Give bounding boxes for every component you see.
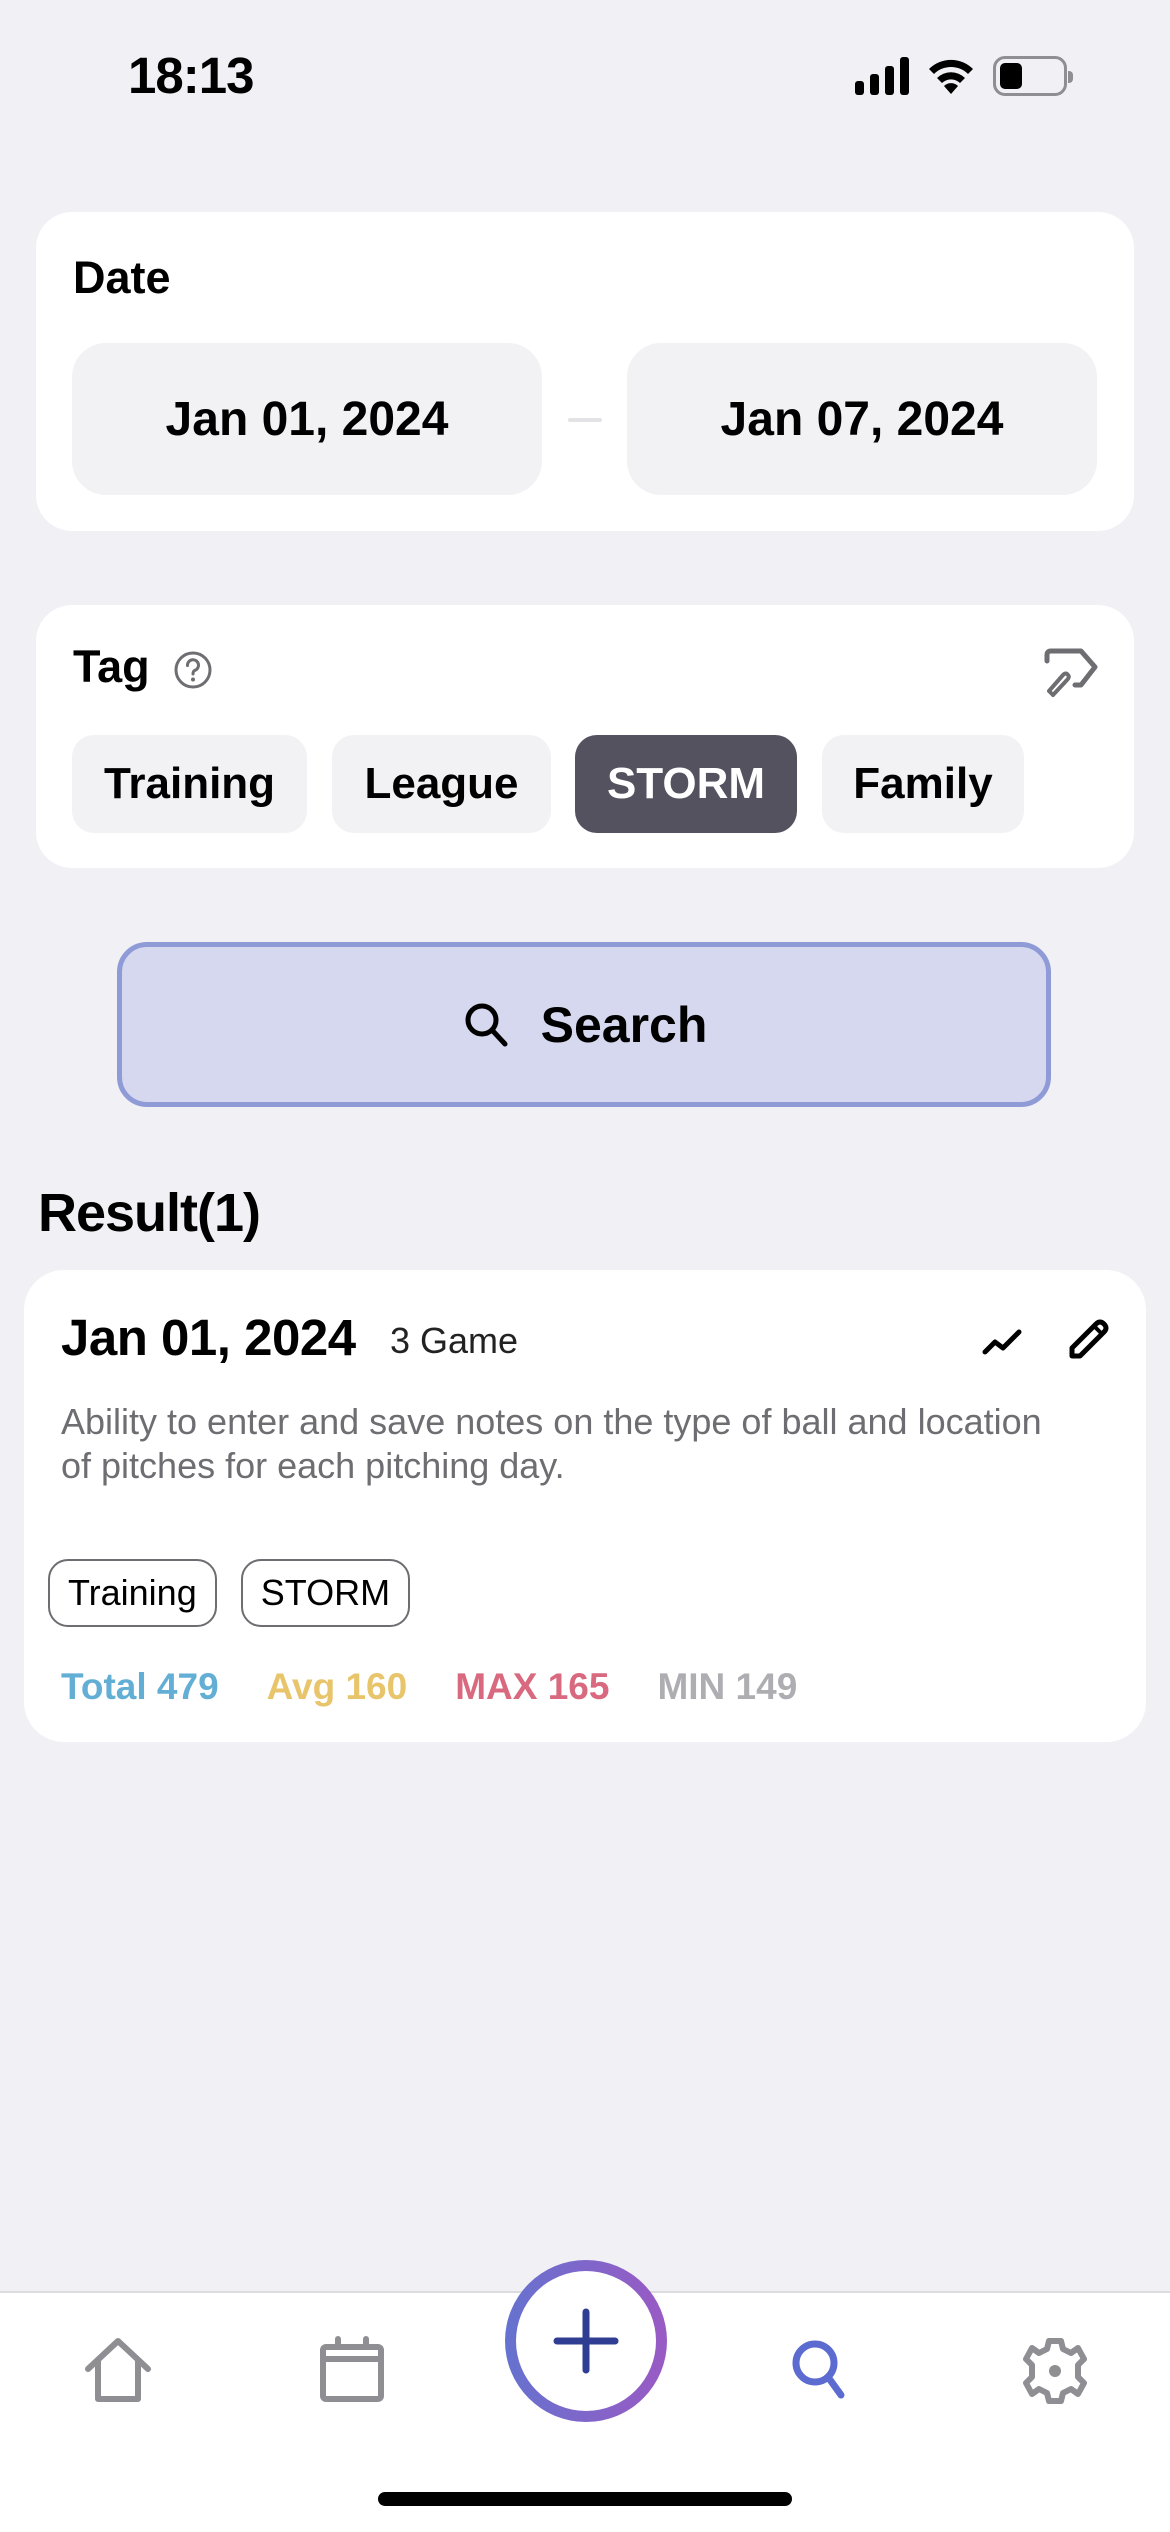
tab-settings[interactable] bbox=[1019, 2335, 1091, 2407]
tag-chip-storm[interactable]: STORM bbox=[575, 735, 797, 833]
tag-section-title: Tag bbox=[73, 641, 150, 692]
result-tags: Training STORM bbox=[48, 1559, 411, 1627]
home-indicator bbox=[378, 2492, 792, 2506]
stat-total: Total 479 bbox=[61, 1666, 219, 1707]
trend-chart-icon[interactable] bbox=[979, 1318, 1027, 1362]
result-stats: Total 479 Avg 160 MAX 165 MIN 149 bbox=[61, 1666, 797, 1708]
question-circle-icon[interactable] bbox=[173, 650, 213, 690]
add-record-button[interactable] bbox=[505, 2260, 667, 2422]
status-time: 18:13 bbox=[128, 47, 254, 104]
calendar-icon bbox=[320, 2336, 384, 2402]
result-date: Jan 01, 2024 bbox=[61, 1309, 356, 1366]
battery-icon bbox=[993, 56, 1073, 96]
status-icons bbox=[855, 56, 1073, 96]
tag-chip-family[interactable]: Family bbox=[822, 735, 1024, 833]
tab-calendar[interactable] bbox=[316, 2335, 388, 2407]
date-section-title: Date bbox=[73, 252, 171, 303]
result-item[interactable]: Jan 01, 2024 3 Game Ability to enter and… bbox=[24, 1270, 1146, 1742]
tag-edit-icon[interactable] bbox=[1041, 645, 1101, 701]
home-icon bbox=[85, 2338, 151, 2402]
tab-search[interactable] bbox=[785, 2335, 857, 2407]
date-filter-card: Date Jan 01, 2024 Jan 07, 2024 bbox=[36, 212, 1134, 531]
end-date-field[interactable]: Jan 07, 2024 bbox=[627, 343, 1097, 495]
plus-icon bbox=[553, 2308, 619, 2374]
stat-avg: Avg 160 bbox=[266, 1666, 408, 1707]
pencil-edit-icon[interactable] bbox=[1064, 1314, 1112, 1362]
search-button[interactable]: Search bbox=[117, 942, 1051, 1107]
tag-filter-card: Tag Training League STORM Family bbox=[36, 605, 1134, 868]
tag-chip-training[interactable]: Training bbox=[72, 735, 307, 833]
wifi-icon bbox=[929, 59, 973, 94]
search-icon bbox=[465, 1003, 508, 1046]
result-tag: Training bbox=[48, 1559, 217, 1627]
search-icon bbox=[792, 2340, 845, 2399]
gear-icon bbox=[1023, 2338, 1087, 2404]
result-game-count: 3 Game bbox=[390, 1320, 519, 1361]
result-note: Ability to enter and save notes on the t… bbox=[61, 1401, 1042, 1486]
tag-chip-league[interactable]: League bbox=[332, 735, 551, 833]
tab-home[interactable] bbox=[82, 2335, 154, 2407]
cellular-signal-icon bbox=[855, 57, 909, 95]
search-button-label: Search bbox=[540, 996, 708, 1053]
stat-max: MAX 165 bbox=[455, 1666, 610, 1707]
result-heading: Result(1) bbox=[38, 1183, 261, 1243]
result-tag: STORM bbox=[240, 1559, 411, 1627]
start-date-field[interactable]: Jan 01, 2024 bbox=[72, 343, 542, 495]
date-range-separator bbox=[568, 418, 602, 422]
stat-min: MIN 149 bbox=[657, 1666, 798, 1707]
